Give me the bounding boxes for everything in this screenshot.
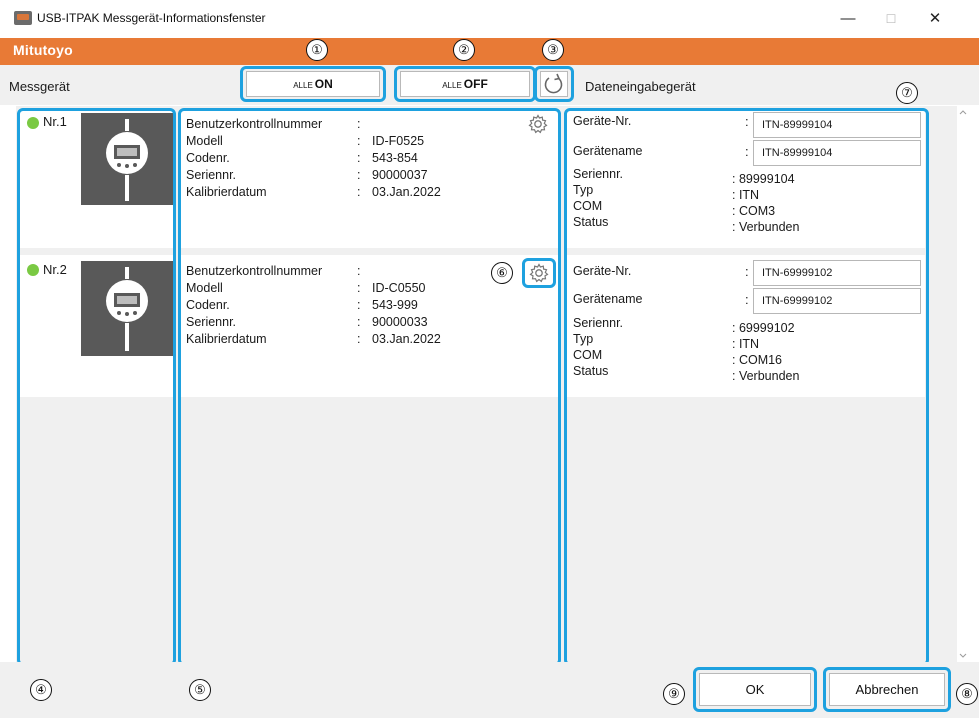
brand-logo: Mitutoyo [13,42,73,58]
scrollbar-arrows [959,110,967,658]
input-device-label: Dateneingabegerät [585,79,696,94]
callout-2: ② [453,39,475,61]
maximize-button[interactable]: ☐ [876,8,906,30]
callout-4: ④ [30,679,52,701]
cancel-button[interactable]: Abbrechen [829,673,945,706]
callout-7: ⑦ [896,82,918,104]
app-icon [14,11,32,25]
close-button[interactable]: ✕ [920,8,950,30]
measuring-device-label: Messgerät [9,79,70,94]
window-title: USB-ITPAK Messgerät-Informationsfenster [37,11,266,25]
callout-1: ① [306,39,328,61]
all-off-button[interactable]: ALLE OFF [400,71,530,97]
all-off-label: OFF [463,77,488,91]
all-off-prefix: ALLE [442,81,462,90]
callout-9: ⑨ [663,683,685,705]
minimize-button[interactable]: — [833,8,863,30]
callout-5: ⑤ [189,679,211,701]
input-device-highlight [564,108,929,666]
refresh-icon [544,73,563,94]
all-on-label: ON [314,77,333,91]
callout-8: ⑧ [956,683,978,705]
all-on-button[interactable]: ALLE ON [246,71,380,97]
refresh-button[interactable] [540,71,568,97]
all-on-prefix: ALLE [293,81,313,90]
scrollbar[interactable] [958,106,968,662]
ok-button[interactable]: OK [699,673,811,706]
device-list-highlight [17,108,176,666]
brand-bar [0,38,979,65]
callout-3: ③ [542,39,564,61]
device-info-highlight [178,108,561,666]
